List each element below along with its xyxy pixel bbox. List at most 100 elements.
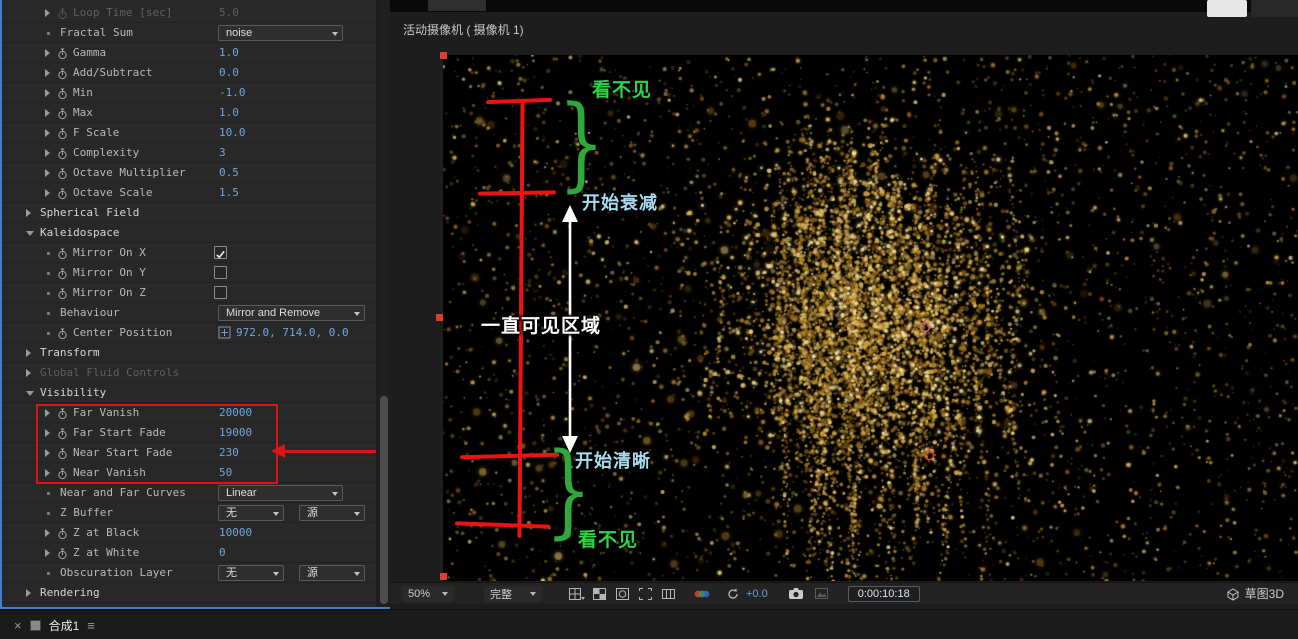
mask-visibility-icon[interactable] [612, 586, 633, 602]
resolution-dropdown[interactable]: 完整 [484, 585, 542, 602]
expand-arrow-icon[interactable] [26, 349, 31, 357]
timeline-property-row[interactable]: Mirror On Z [2, 283, 376, 303]
dropdown[interactable]: 源 [299, 505, 365, 521]
timeline-property-row[interactable]: Add/Subtract 0.0 [2, 63, 376, 83]
show-snapshot-icon[interactable] [811, 586, 832, 602]
dropdown[interactable]: 无 [218, 565, 284, 581]
region-of-interest-icon[interactable] [635, 586, 656, 602]
expand-arrow-icon[interactable] [45, 89, 50, 97]
collapse-arrow-icon[interactable] [26, 391, 34, 396]
expand-arrow-icon[interactable] [45, 129, 50, 137]
timeline-group-row[interactable]: Kaleidospace [2, 223, 376, 243]
anchor-point-marker[interactable] [921, 447, 937, 463]
composition-tab[interactable]: × 合成1 ≡ [4, 610, 105, 639]
checkbox[interactable] [214, 246, 227, 259]
timeline-property-row[interactable]: Fractal Sum noise [2, 23, 376, 43]
timeline-property-row[interactable]: Mirror On Y [2, 263, 376, 283]
property-value[interactable]: 0.0 [219, 63, 239, 82]
top-right-button[interactable] [1207, 0, 1247, 17]
property-value[interactable]: 10000 [219, 523, 252, 542]
bullet-icon [47, 272, 50, 275]
expand-arrow-icon[interactable] [45, 49, 50, 57]
layer-handle-top-left[interactable] [440, 52, 447, 59]
property-value[interactable]: 0.5 [219, 163, 239, 182]
timeline-property-row[interactable]: Max 1.0 [2, 103, 376, 123]
timeline-property-row[interactable]: Min -1.0 [2, 83, 376, 103]
layer-handle-mid-left[interactable] [436, 314, 443, 321]
expand-arrow-icon[interactable] [45, 549, 50, 557]
expand-arrow-icon[interactable] [45, 9, 50, 17]
property-label: Mirror On X [73, 246, 146, 259]
checkbox[interactable] [214, 286, 227, 299]
expand-arrow-icon[interactable] [26, 369, 31, 377]
dropdown-value: noise [226, 27, 253, 39]
property-value[interactable]: 10.0 [219, 123, 246, 142]
timeline-group-row[interactable]: Spherical Field [2, 203, 376, 223]
property-label: Add/Subtract [73, 66, 153, 79]
timeline-property-row[interactable]: Z at White 0 [2, 543, 376, 563]
magnification-value: 50% [408, 587, 431, 600]
dropdown[interactable]: noise [218, 25, 343, 41]
timeline-property-row[interactable]: Obscuration Layer 无 源 [2, 563, 376, 583]
show-channel-icon[interactable] [691, 586, 712, 602]
expand-arrow-icon[interactable] [45, 169, 50, 177]
property-value[interactable]: 1.0 [219, 103, 239, 122]
pixel-aspect-correction-icon[interactable] [658, 586, 679, 602]
position-value[interactable]: 972.0, 714.0, 0.0 [236, 323, 349, 342]
resolution-value: 完整 [490, 588, 512, 601]
transparency-grid-icon[interactable] [589, 586, 610, 602]
timeline-property-row[interactable]: Complexity 3 [2, 143, 376, 163]
property-value[interactable]: 0 [219, 543, 226, 562]
checkbox[interactable] [214, 266, 227, 279]
point-of-interest-marker[interactable] [917, 319, 933, 335]
expand-arrow-icon[interactable] [45, 529, 50, 537]
position-target-icon[interactable] [218, 326, 231, 339]
expand-arrow-icon[interactable] [45, 149, 50, 157]
close-icon[interactable]: × [14, 618, 22, 633]
expand-arrow-icon[interactable] [26, 589, 31, 597]
timeline-property-row[interactable]: Near and Far Curves Linear [2, 483, 376, 503]
property-label: Spherical Field [40, 206, 140, 219]
property-value[interactable]: 1.5 [219, 183, 239, 202]
exposure-value[interactable]: +0.0 [746, 588, 768, 600]
panel-menu-icon[interactable]: ≡ [87, 618, 95, 633]
dropdown[interactable]: 无 [218, 505, 284, 521]
dropdown[interactable]: Mirror and Remove [218, 305, 365, 321]
timeline-group-row[interactable]: Rendering [2, 583, 376, 603]
property-label: F Scale [73, 126, 120, 139]
timeline-group-row[interactable]: Transform [2, 343, 376, 363]
scrollbar-thumb[interactable] [380, 396, 388, 604]
dropdown[interactable]: Linear [218, 485, 343, 501]
expand-arrow-icon[interactable] [45, 109, 50, 117]
timeline-property-row[interactable]: Z Buffer 无 源 [2, 503, 376, 523]
timecode-display[interactable]: 0:00:10:18 [847, 585, 920, 602]
magnification-dropdown[interactable]: 50% [402, 585, 454, 602]
layer-handle-bottom-left[interactable] [440, 573, 447, 580]
timeline-property-row[interactable]: Octave Scale 1.5 [2, 183, 376, 203]
expand-arrow-icon[interactable] [45, 69, 50, 77]
timeline-group-row[interactable]: Global Fluid Controls [2, 363, 376, 383]
timeline-property-row[interactable]: Gamma 1.0 [2, 43, 376, 63]
timeline-group-row[interactable]: Visibility [2, 383, 376, 403]
timeline-property-row[interactable]: F Scale 10.0 [2, 123, 376, 143]
timeline-property-row[interactable]: Behaviour Mirror and Remove [2, 303, 376, 323]
grid-guides-options-icon[interactable] [566, 586, 587, 602]
property-value[interactable]: 5.0 [219, 3, 239, 22]
timeline-property-row[interactable]: Loop Time [sec] 5.0 [2, 3, 376, 23]
property-value[interactable]: 3 [219, 143, 226, 162]
property-value[interactable]: -1.0 [219, 83, 246, 102]
timeline-property-row[interactable]: Octave Multiplier 0.5 [2, 163, 376, 183]
property-label: Near and Far Curves [60, 486, 186, 499]
reset-exposure-icon[interactable] [722, 586, 743, 602]
dropdown[interactable]: 源 [299, 565, 365, 581]
property-value[interactable]: 1.0 [219, 43, 239, 62]
timeline-property-row[interactable]: Mirror On X [2, 243, 376, 263]
snapshot-camera-icon[interactable] [786, 586, 807, 602]
timeline-property-row[interactable]: Z at Black 10000 [2, 523, 376, 543]
expand-arrow-icon[interactable] [26, 209, 31, 217]
expand-arrow-icon[interactable] [45, 189, 50, 197]
bullet-icon [47, 312, 50, 315]
fast-previews-button[interactable]: 草图3D [1225, 585, 1284, 602]
collapse-arrow-icon[interactable] [26, 231, 34, 236]
timeline-property-row[interactable]: Center Position 972.0, 714.0, 0.0 [2, 323, 376, 343]
